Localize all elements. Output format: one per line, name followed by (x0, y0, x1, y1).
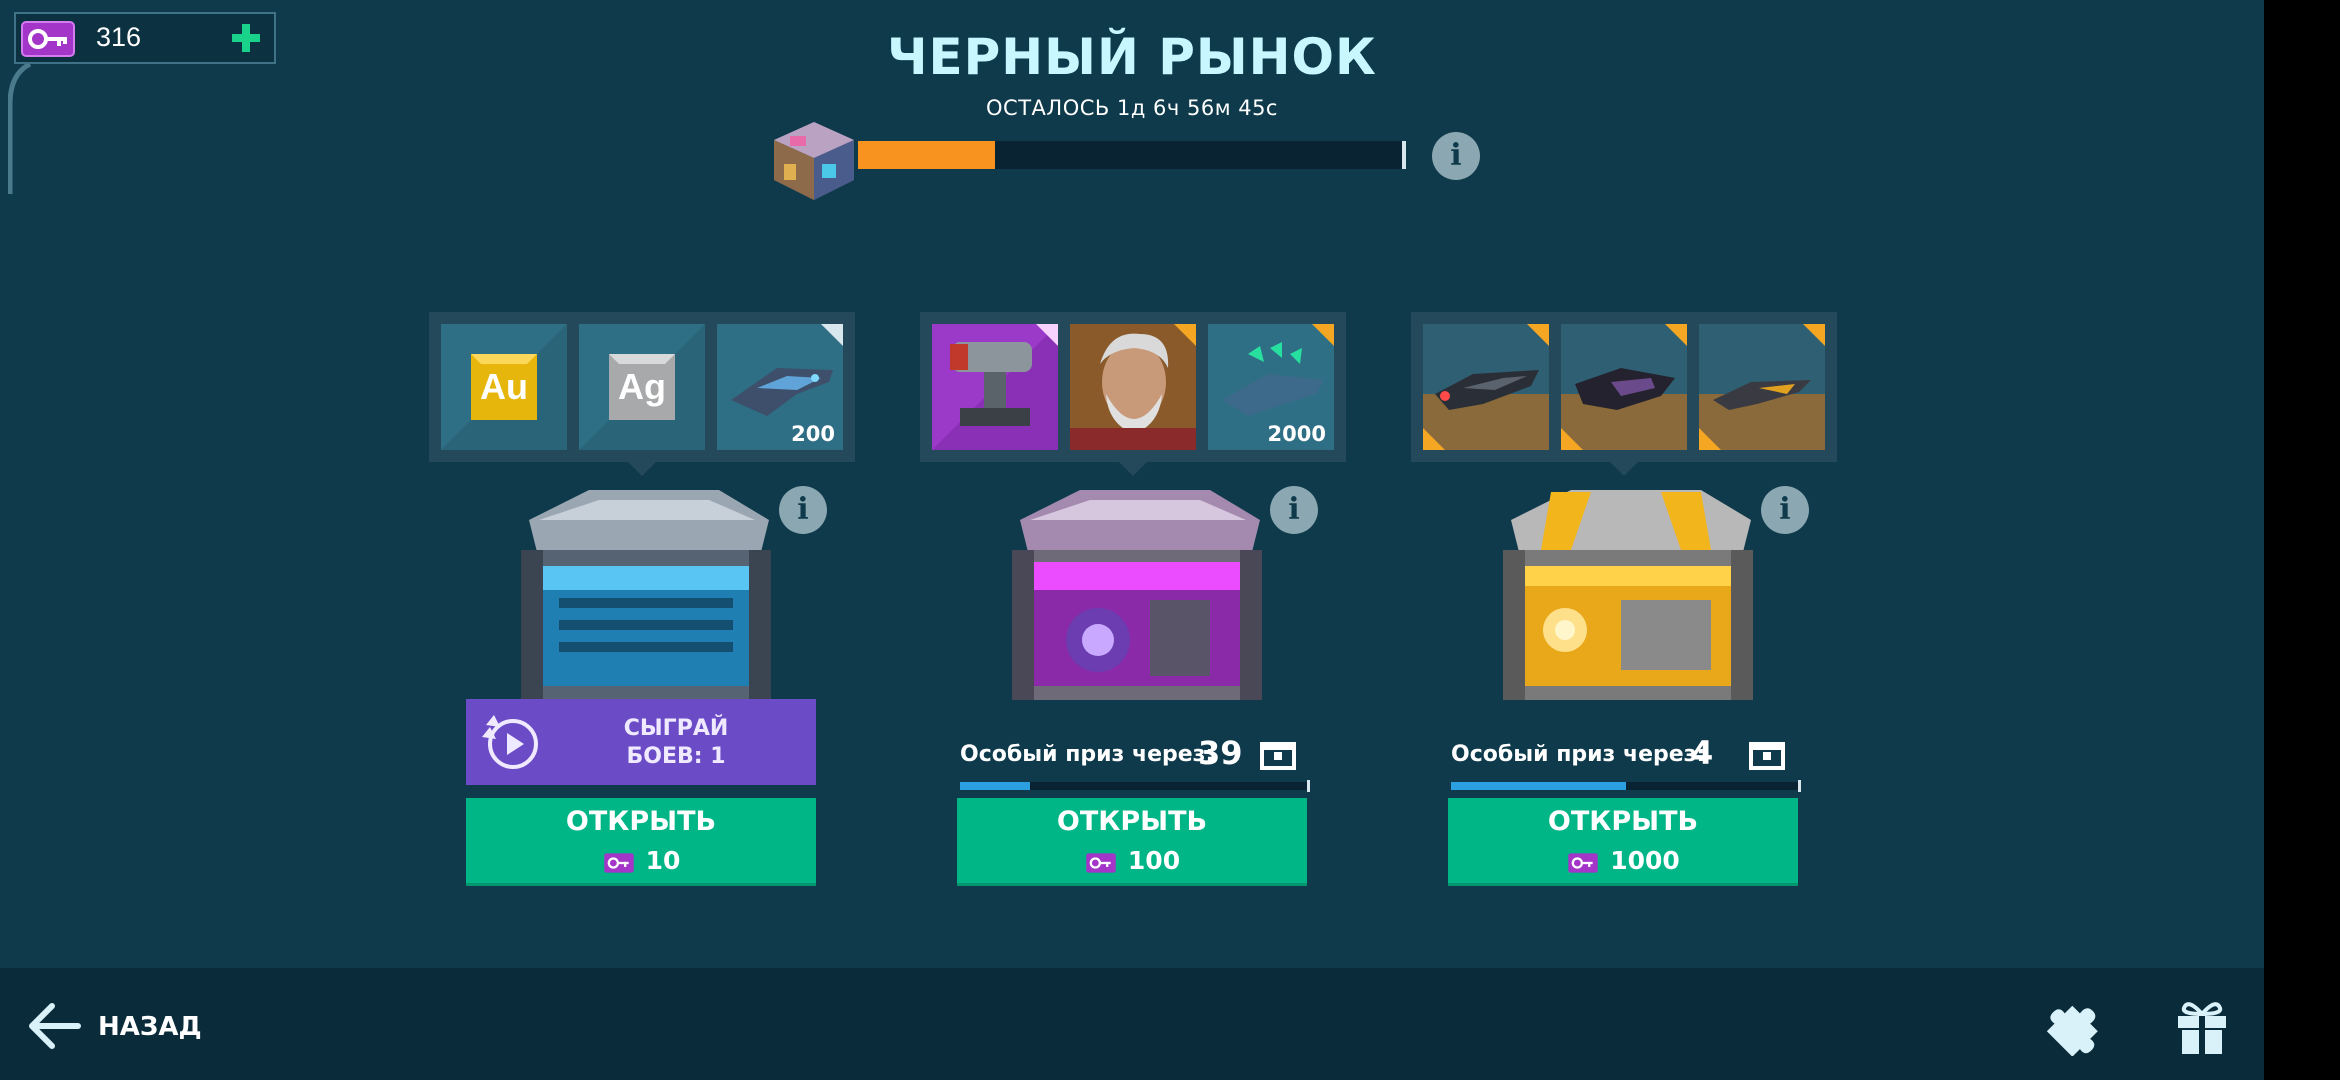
back-label: НАЗАД (98, 1012, 202, 1042)
special-prize-counter: Особый приз через: 39 (960, 732, 1310, 782)
bottom-bar: НАЗАД (0, 968, 2264, 1080)
play-label: СЫГРАЙ (623, 716, 729, 741)
open-button-label: ОТКРЫТЬ (1056, 806, 1208, 837)
turret-icon (932, 324, 1058, 450)
rewards-pointer (1610, 462, 1638, 476)
puzzle-icon[interactable] (2046, 996, 2106, 1056)
reward-slot[interactable]: 200 (717, 324, 843, 450)
play-battles-requirement[interactable]: СЫГРАЙ БОЕВ: 1 (466, 699, 816, 785)
special-prize-count: 4 (1691, 734, 1714, 772)
commander-portrait-icon (1070, 324, 1196, 450)
open-price: 100 (1127, 846, 1181, 875)
back-button[interactable]: НАЗАД (26, 998, 226, 1054)
special-prize-counter: Особый приз через: 4 (1451, 732, 1801, 782)
chest-card-legendary: i Особый приз через: 4 ОТКРЫТЬ 1000 (1411, 312, 1837, 892)
open-chest-button[interactable]: ОТКРЫТЬ 10 (466, 798, 816, 886)
special-prize-progress (960, 780, 1310, 792)
chest-card-epic: 2000 i Особый приз через: 39 ОТКРЫТЬ 100 (920, 312, 1346, 892)
open-chest-button[interactable]: ОТКРЫТЬ 100 (957, 798, 1307, 886)
special-prize-progress-fill (1451, 782, 1626, 790)
battles-count: БОЕВ: 1 (626, 744, 726, 769)
key-ticket-icon (1568, 853, 1598, 873)
chest-info-button[interactable]: i (1761, 486, 1809, 534)
chest-icon (1260, 742, 1296, 770)
event-info-button[interactable]: i (1432, 132, 1480, 180)
special-prize-progress (1451, 780, 1801, 792)
gold-chest-icon[interactable] (1481, 480, 1771, 710)
reward-slot[interactable]: Au (441, 324, 567, 450)
chest-icon (1749, 742, 1785, 770)
event-progress-bar (858, 141, 1406, 169)
key-ticket-icon (1086, 853, 1116, 873)
special-prize-label: Особый приз через: (960, 742, 1215, 767)
purple-chest-icon[interactable] (990, 480, 1280, 710)
page-title: ЧЕРНЫЙ РЫНОК (887, 28, 1377, 86)
chest-card-basic: Au Ag 200 i СЫГРАЙ БОЕВ: 1 ОТКРЫТЬ 10 (429, 312, 855, 892)
reward-slot[interactable]: Ag (579, 324, 705, 450)
open-chest-button[interactable]: ОТКРЫТЬ 1000 (1448, 798, 1798, 886)
event-progress-fill (858, 141, 995, 169)
chest-info-button[interactable]: i (779, 486, 827, 534)
ship-icon (1561, 324, 1687, 450)
mystery-cube-icon (774, 122, 854, 200)
ship-icon (1423, 324, 1549, 450)
reward-preview: 2000 (920, 312, 1346, 462)
reward-slot[interactable]: 2000 (1208, 324, 1334, 450)
gift-icon[interactable] (2174, 996, 2230, 1056)
open-button-label: ОТКРЫТЬ (1547, 806, 1699, 837)
black-market-screen: 316 ЧЕРНЫЙ РЫНОК ОСТАЛОСЬ 1д 6ч 56м 45с … (0, 0, 2264, 1080)
reward-preview: Au Ag 200 (429, 312, 855, 462)
silver-ag-icon: Ag (579, 324, 705, 450)
reward-slot[interactable] (1699, 324, 1825, 450)
svg-text:Au: Au (480, 366, 528, 407)
chest-info-button[interactable]: i (1270, 486, 1318, 534)
reward-slot[interactable] (1070, 324, 1196, 450)
reward-slot[interactable] (1561, 324, 1687, 450)
open-price: 1000 (1610, 846, 1680, 875)
arrow-left-icon (29, 1003, 81, 1049)
reward-slot[interactable] (1423, 324, 1549, 450)
special-prize-label: Особый приз через: (1451, 742, 1706, 767)
ship-icon (1699, 324, 1825, 450)
reward-count: 200 (791, 422, 835, 446)
screen-edge (2264, 0, 2340, 1080)
replay-icon (482, 715, 538, 769)
special-prize-progress-end (1798, 780, 1801, 792)
key-ticket-icon (603, 853, 634, 873)
reward-slot[interactable] (932, 324, 1058, 450)
open-button-label: ОТКРЫТЬ (565, 806, 717, 837)
rewards-pointer (1119, 462, 1147, 476)
reward-count: 2000 (1267, 422, 1326, 446)
blue-chest-icon[interactable] (499, 480, 789, 710)
reward-preview (1411, 312, 1837, 462)
rewards-pointer (628, 462, 656, 476)
special-prize-progress-end (1307, 780, 1310, 792)
event-progress-end (1402, 141, 1406, 169)
special-prize-count: 39 (1198, 734, 1243, 772)
svg-text:Ag: Ag (618, 366, 666, 407)
open-price: 10 (645, 846, 681, 875)
special-prize-progress-fill (960, 782, 1030, 790)
gold-au-icon: Au (441, 324, 567, 450)
event-timer: ОСТАЛОСЬ 1д 6ч 56м 45с (986, 96, 1278, 120)
